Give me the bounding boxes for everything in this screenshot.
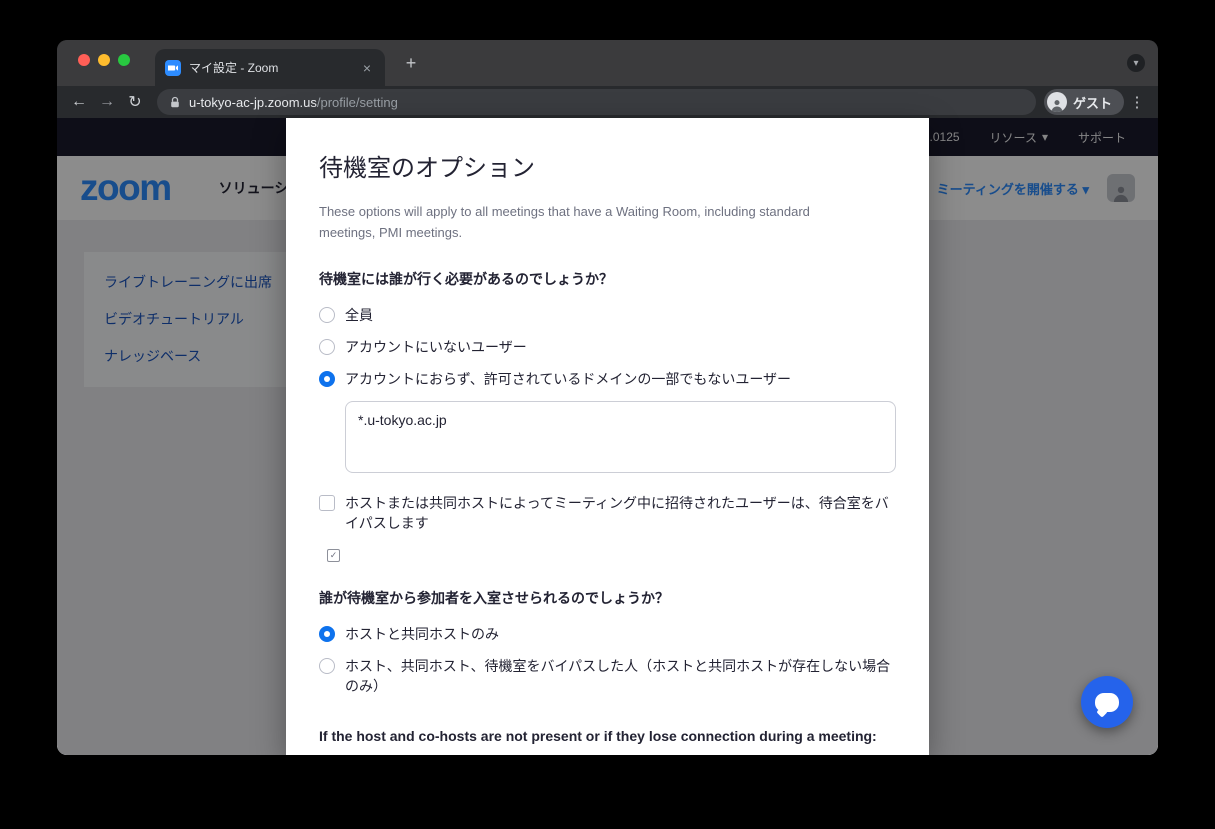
url-text: u-tokyo-ac-jp.zoom.us/profile/setting	[189, 95, 398, 110]
browser-window: マイ設定 - Zoom × + ▾ ← → ↻ u-tokyo-ac-jp.zo…	[57, 40, 1158, 755]
allowed-domains-input[interactable]: *.u-tokyo.ac.jp	[345, 401, 896, 473]
back-icon[interactable]: ←	[65, 88, 93, 116]
browser-toolbar: ← → ↻ u-tokyo-ac-jp.zoom.us/profile/sett…	[57, 86, 1158, 118]
url-path: /profile/setting	[317, 95, 398, 110]
traffic-lights	[78, 54, 130, 66]
question-who-goes-to-waiting-room: 待機室には誰が行く必要があるのでしょうか？	[319, 269, 896, 289]
profile-avatar-icon	[1047, 92, 1067, 112]
tab-close-icon[interactable]: ×	[359, 60, 375, 76]
radio-option-users-not-in-account[interactable]: アカウントにいないユーザー	[319, 331, 896, 363]
radio-icon[interactable]	[319, 339, 335, 355]
support-chat-button[interactable]	[1081, 676, 1133, 728]
chat-bubble-icon	[1095, 693, 1119, 712]
radio-option-everyone[interactable]: 全員	[319, 299, 896, 331]
minimize-window-button[interactable]	[98, 54, 110, 66]
dialog-title: 待機室のオプション	[319, 148, 896, 183]
waiting-room-options-dialog: 待機室のオプション These options will apply to al…	[286, 118, 929, 755]
checkbox-move-participants[interactable]: Move participants to the waiting room if…	[319, 754, 896, 755]
question-who-can-admit: 誰が待機室から参加者を入室させられるのでしょうか？	[319, 588, 896, 608]
tab-search-icon[interactable]: ▾	[1127, 54, 1145, 72]
guest-label: ゲスト	[1073, 93, 1112, 112]
radio-option-host-cohosts-only[interactable]: ホストと共同ホストのみ	[319, 618, 896, 650]
browser-titlebar: マイ設定 - Zoom × + ▾	[57, 40, 1158, 86]
radio-option-host-cohosts-bypassers[interactable]: ホスト、共同ホスト、待機室をバイパスした人（ホストと共同ホストが存在しない場合の…	[319, 650, 896, 702]
radio-selected-icon[interactable]	[319, 371, 335, 387]
checkbox-icon[interactable]	[319, 495, 335, 511]
browser-tab[interactable]: マイ設定 - Zoom ×	[155, 49, 385, 86]
profile-button[interactable]: ゲスト	[1044, 89, 1124, 115]
radio-option-users-not-in-account-or-domain[interactable]: アカウントにおらず、許可されているドメインの一部でもないユーザー	[319, 363, 896, 395]
forward-icon[interactable]: →	[93, 88, 121, 116]
tab-title: マイ設定 - Zoom	[189, 59, 351, 76]
url-host: u-tokyo-ac-jp.zoom.us	[189, 95, 317, 110]
radio-icon[interactable]	[319, 307, 335, 323]
new-tab-button[interactable]: +	[399, 52, 423, 76]
question-host-not-present: If the host and co-hosts are not present…	[319, 728, 896, 744]
zoom-window-button[interactable]	[118, 54, 130, 66]
zoom-favicon-icon	[165, 60, 181, 76]
stray-checkbox-icon: ✓	[327, 549, 340, 562]
lock-icon	[169, 96, 181, 109]
checkbox-bypass-waiting-room[interactable]: ホストまたは共同ホストによってミーティング中に招待されたユーザーは、待合室をバイ…	[319, 487, 896, 539]
browser-menu-icon[interactable]: ⋮	[1124, 93, 1150, 111]
address-bar[interactable]: u-tokyo-ac-jp.zoom.us/profile/setting	[157, 89, 1036, 115]
dialog-description: These options will apply to all meetings…	[319, 201, 859, 243]
radio-icon[interactable]	[319, 658, 335, 674]
radio-selected-icon[interactable]	[319, 626, 335, 642]
reload-icon[interactable]: ↻	[121, 88, 149, 116]
close-window-button[interactable]	[78, 54, 90, 66]
